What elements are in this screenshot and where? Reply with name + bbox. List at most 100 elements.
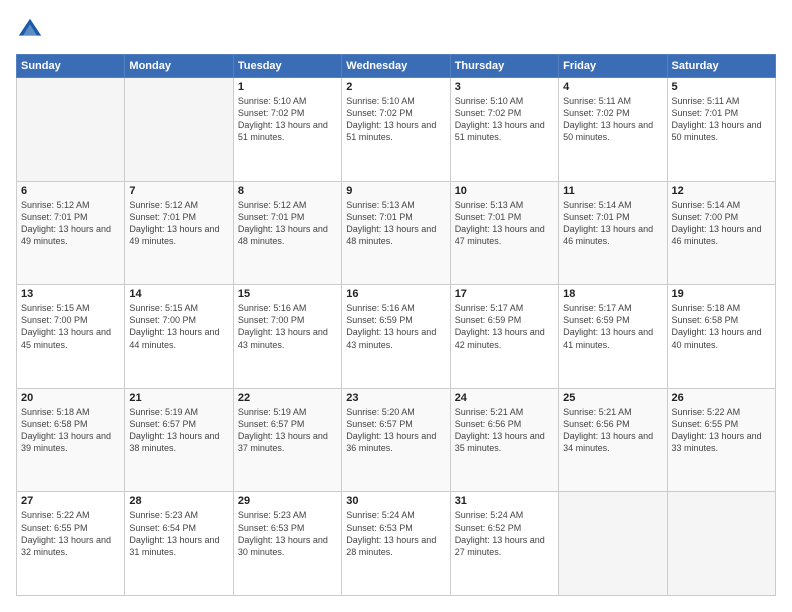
calendar-cell: 10 Sunrise: 5:13 AMSunset: 7:01 PMDaylig… — [450, 181, 558, 285]
calendar-week-4: 27 Sunrise: 5:22 AMSunset: 6:55 PMDaylig… — [17, 492, 776, 596]
day-detail: Sunrise: 5:13 AMSunset: 7:01 PMDaylight:… — [346, 200, 436, 246]
calendar-cell: 1 Sunrise: 5:10 AMSunset: 7:02 PMDayligh… — [233, 78, 341, 182]
day-detail: Sunrise: 5:10 AMSunset: 7:02 PMDaylight:… — [238, 96, 328, 142]
day-number: 26 — [672, 392, 771, 404]
calendar-cell: 17 Sunrise: 5:17 AMSunset: 6:59 PMDaylig… — [450, 285, 558, 389]
day-number: 4 — [563, 81, 662, 93]
calendar-cell: 3 Sunrise: 5:10 AMSunset: 7:02 PMDayligh… — [450, 78, 558, 182]
day-number: 31 — [455, 495, 554, 507]
day-number: 30 — [346, 495, 445, 507]
day-number: 20 — [21, 392, 120, 404]
calendar-cell: 30 Sunrise: 5:24 AMSunset: 6:53 PMDaylig… — [342, 492, 450, 596]
calendar-cell: 18 Sunrise: 5:17 AMSunset: 6:59 PMDaylig… — [559, 285, 667, 389]
day-detail: Sunrise: 5:11 AMSunset: 7:01 PMDaylight:… — [672, 96, 762, 142]
calendar-header-saturday: Saturday — [667, 55, 775, 78]
day-number: 2 — [346, 81, 445, 93]
calendar-cell: 2 Sunrise: 5:10 AMSunset: 7:02 PMDayligh… — [342, 78, 450, 182]
day-detail: Sunrise: 5:16 AMSunset: 7:00 PMDaylight:… — [238, 303, 328, 349]
calendar-cell: 11 Sunrise: 5:14 AMSunset: 7:01 PMDaylig… — [559, 181, 667, 285]
calendar-week-1: 6 Sunrise: 5:12 AMSunset: 7:01 PMDayligh… — [17, 181, 776, 285]
day-number: 23 — [346, 392, 445, 404]
calendar-cell: 27 Sunrise: 5:22 AMSunset: 6:55 PMDaylig… — [17, 492, 125, 596]
page: SundayMondayTuesdayWednesdayThursdayFrid… — [0, 0, 792, 612]
day-detail: Sunrise: 5:23 AMSunset: 6:54 PMDaylight:… — [129, 510, 219, 556]
day-number: 19 — [672, 288, 771, 300]
calendar-cell: 25 Sunrise: 5:21 AMSunset: 6:56 PMDaylig… — [559, 388, 667, 492]
day-detail: Sunrise: 5:14 AMSunset: 7:01 PMDaylight:… — [563, 200, 653, 246]
calendar-header-tuesday: Tuesday — [233, 55, 341, 78]
calendar-cell: 29 Sunrise: 5:23 AMSunset: 6:53 PMDaylig… — [233, 492, 341, 596]
calendar-cell — [17, 78, 125, 182]
day-detail: Sunrise: 5:16 AMSunset: 6:59 PMDaylight:… — [346, 303, 436, 349]
day-detail: Sunrise: 5:10 AMSunset: 7:02 PMDaylight:… — [346, 96, 436, 142]
day-number: 24 — [455, 392, 554, 404]
day-number: 18 — [563, 288, 662, 300]
day-detail: Sunrise: 5:24 AMSunset: 6:53 PMDaylight:… — [346, 510, 436, 556]
day-number: 14 — [129, 288, 228, 300]
calendar-week-2: 13 Sunrise: 5:15 AMSunset: 7:00 PMDaylig… — [17, 285, 776, 389]
day-number: 16 — [346, 288, 445, 300]
calendar-cell: 7 Sunrise: 5:12 AMSunset: 7:01 PMDayligh… — [125, 181, 233, 285]
day-detail: Sunrise: 5:23 AMSunset: 6:53 PMDaylight:… — [238, 510, 328, 556]
day-number: 6 — [21, 185, 120, 197]
header — [16, 16, 776, 44]
day-number: 13 — [21, 288, 120, 300]
day-detail: Sunrise: 5:24 AMSunset: 6:52 PMDaylight:… — [455, 510, 545, 556]
logo — [16, 16, 48, 44]
day-detail: Sunrise: 5:21 AMSunset: 6:56 PMDaylight:… — [563, 407, 653, 453]
calendar-cell: 31 Sunrise: 5:24 AMSunset: 6:52 PMDaylig… — [450, 492, 558, 596]
calendar-cell: 4 Sunrise: 5:11 AMSunset: 7:02 PMDayligh… — [559, 78, 667, 182]
calendar-cell: 20 Sunrise: 5:18 AMSunset: 6:58 PMDaylig… — [17, 388, 125, 492]
day-number: 3 — [455, 81, 554, 93]
day-number: 8 — [238, 185, 337, 197]
calendar-cell: 8 Sunrise: 5:12 AMSunset: 7:01 PMDayligh… — [233, 181, 341, 285]
logo-icon — [16, 16, 44, 44]
day-number: 29 — [238, 495, 337, 507]
day-detail: Sunrise: 5:20 AMSunset: 6:57 PMDaylight:… — [346, 407, 436, 453]
calendar-week-3: 20 Sunrise: 5:18 AMSunset: 6:58 PMDaylig… — [17, 388, 776, 492]
day-number: 10 — [455, 185, 554, 197]
day-number: 9 — [346, 185, 445, 197]
day-detail: Sunrise: 5:12 AMSunset: 7:01 PMDaylight:… — [238, 200, 328, 246]
calendar-cell: 9 Sunrise: 5:13 AMSunset: 7:01 PMDayligh… — [342, 181, 450, 285]
day-detail: Sunrise: 5:19 AMSunset: 6:57 PMDaylight:… — [238, 407, 328, 453]
calendar-header-monday: Monday — [125, 55, 233, 78]
calendar-table: SundayMondayTuesdayWednesdayThursdayFrid… — [16, 54, 776, 596]
day-detail: Sunrise: 5:14 AMSunset: 7:00 PMDaylight:… — [672, 200, 762, 246]
day-number: 5 — [672, 81, 771, 93]
day-detail: Sunrise: 5:13 AMSunset: 7:01 PMDaylight:… — [455, 200, 545, 246]
calendar-cell — [559, 492, 667, 596]
day-number: 7 — [129, 185, 228, 197]
calendar-header-wednesday: Wednesday — [342, 55, 450, 78]
day-number: 21 — [129, 392, 228, 404]
day-detail: Sunrise: 5:18 AMSunset: 6:58 PMDaylight:… — [21, 407, 111, 453]
day-detail: Sunrise: 5:11 AMSunset: 7:02 PMDaylight:… — [563, 96, 653, 142]
day-number: 1 — [238, 81, 337, 93]
day-detail: Sunrise: 5:15 AMSunset: 7:00 PMDaylight:… — [129, 303, 219, 349]
calendar-header-friday: Friday — [559, 55, 667, 78]
day-number: 15 — [238, 288, 337, 300]
calendar-cell: 16 Sunrise: 5:16 AMSunset: 6:59 PMDaylig… — [342, 285, 450, 389]
calendar-cell: 22 Sunrise: 5:19 AMSunset: 6:57 PMDaylig… — [233, 388, 341, 492]
calendar-cell: 23 Sunrise: 5:20 AMSunset: 6:57 PMDaylig… — [342, 388, 450, 492]
day-number: 28 — [129, 495, 228, 507]
day-detail: Sunrise: 5:22 AMSunset: 6:55 PMDaylight:… — [21, 510, 111, 556]
calendar-cell: 15 Sunrise: 5:16 AMSunset: 7:00 PMDaylig… — [233, 285, 341, 389]
day-detail: Sunrise: 5:15 AMSunset: 7:00 PMDaylight:… — [21, 303, 111, 349]
calendar-cell: 24 Sunrise: 5:21 AMSunset: 6:56 PMDaylig… — [450, 388, 558, 492]
day-number: 12 — [672, 185, 771, 197]
calendar-cell — [667, 492, 775, 596]
day-number: 27 — [21, 495, 120, 507]
calendar-week-0: 1 Sunrise: 5:10 AMSunset: 7:02 PMDayligh… — [17, 78, 776, 182]
day-detail: Sunrise: 5:17 AMSunset: 6:59 PMDaylight:… — [455, 303, 545, 349]
day-number: 11 — [563, 185, 662, 197]
calendar-cell: 5 Sunrise: 5:11 AMSunset: 7:01 PMDayligh… — [667, 78, 775, 182]
day-number: 25 — [563, 392, 662, 404]
day-detail: Sunrise: 5:19 AMSunset: 6:57 PMDaylight:… — [129, 407, 219, 453]
calendar-cell: 26 Sunrise: 5:22 AMSunset: 6:55 PMDaylig… — [667, 388, 775, 492]
calendar-cell: 14 Sunrise: 5:15 AMSunset: 7:00 PMDaylig… — [125, 285, 233, 389]
calendar-header-row: SundayMondayTuesdayWednesdayThursdayFrid… — [17, 55, 776, 78]
calendar-header-sunday: Sunday — [17, 55, 125, 78]
day-detail: Sunrise: 5:18 AMSunset: 6:58 PMDaylight:… — [672, 303, 762, 349]
day-detail: Sunrise: 5:21 AMSunset: 6:56 PMDaylight:… — [455, 407, 545, 453]
